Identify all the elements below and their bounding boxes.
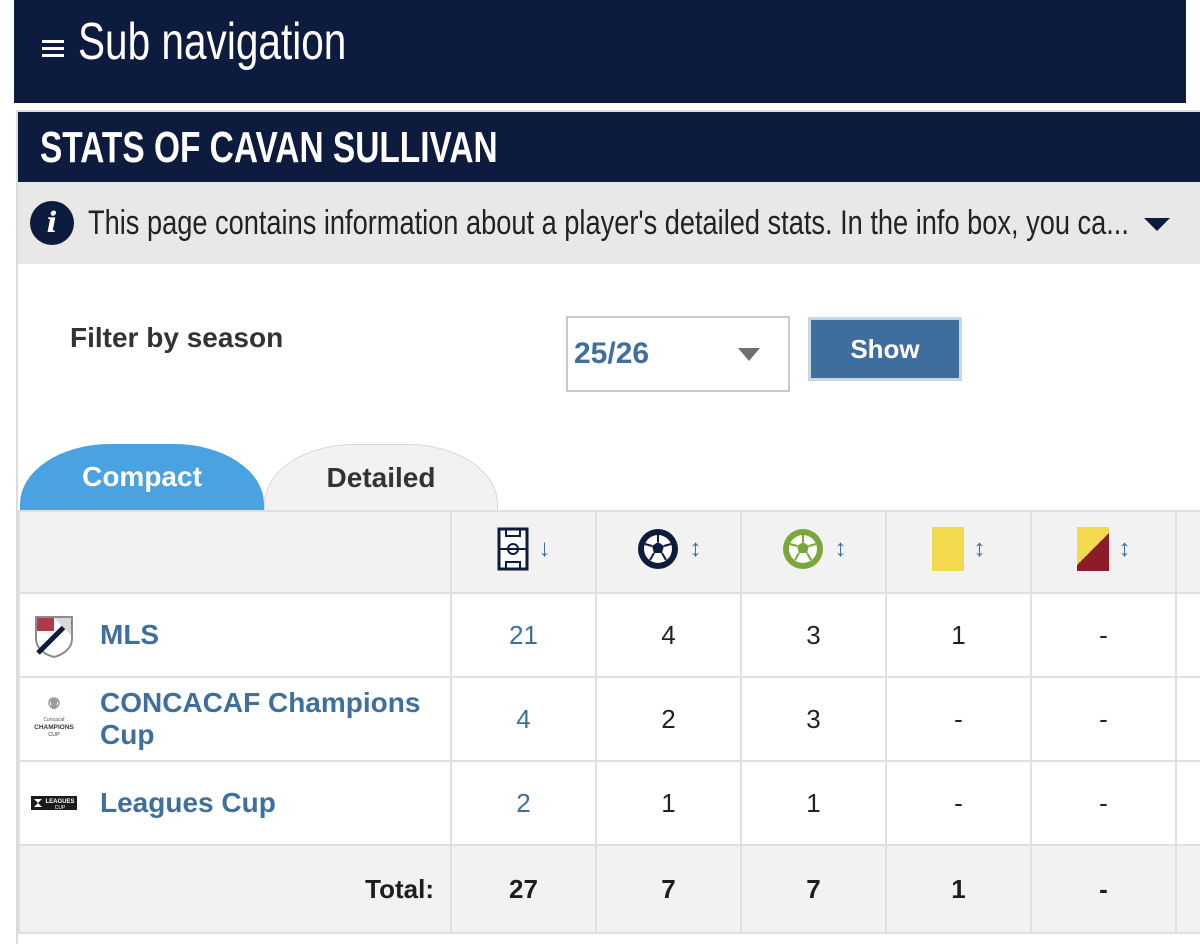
second-yellow-value: -	[1030, 676, 1177, 762]
total-yellow-cards: 1	[885, 844, 1032, 934]
info-icon: i	[30, 201, 74, 245]
goals-value: 1	[595, 760, 742, 846]
header-competition	[18, 510, 452, 594]
show-button[interactable]: Show	[808, 317, 962, 381]
svg-text:CUP: CUP	[55, 805, 66, 811]
total-assists: 7	[740, 844, 887, 934]
yellow-cards-value: -	[885, 676, 1032, 762]
table-row: MLS 21 4 3 1 -	[18, 592, 1200, 678]
info-text: This page contains information about a p…	[88, 204, 1129, 242]
svg-text:CHAMPIONS: CHAMPIONS	[34, 724, 74, 731]
sort-desc-icon[interactable]: ↓	[539, 535, 551, 563]
yellow-cards-value: 1	[885, 592, 1032, 678]
header-second-yellow[interactable]: ↕	[1030, 510, 1177, 594]
overflow-cell	[1175, 760, 1200, 846]
table-header-row: ↓ ↕ ↕ ↕ ↕	[18, 510, 1200, 594]
header-yellow-cards[interactable]: ↕	[885, 510, 1032, 594]
second-yellow-red-card-icon	[1076, 526, 1109, 571]
table-total-row: Total: 27 7 7 1 -	[18, 844, 1200, 934]
sort-toggle-icon[interactable]: ↕	[690, 535, 702, 563]
sub-navigation-title[interactable]: Sub navigation	[78, 10, 346, 74]
appearances-value[interactable]: 21	[450, 592, 597, 678]
competition-cell[interactable]: Concacaf CHAMPIONS CUP CONCACAF Champion…	[18, 676, 452, 762]
mls-logo	[35, 616, 73, 659]
sub-navigation-bar[interactable]: Sub navigation	[14, 0, 1186, 103]
second-yellow-value: -	[1030, 760, 1177, 846]
svg-text:CUP: CUP	[48, 732, 60, 738]
header-assists[interactable]: ↕	[740, 510, 887, 594]
header-appearances[interactable]: ↓	[450, 510, 597, 594]
appearances-value[interactable]: 4	[450, 676, 597, 762]
hamburger-menu-icon[interactable]	[42, 40, 64, 58]
goals-value: 2	[595, 676, 742, 762]
appearances-value[interactable]: 2	[450, 760, 597, 846]
header-goals[interactable]: ↕	[595, 510, 742, 594]
appearances-pitch-icon	[497, 527, 528, 570]
competition-cell[interactable]: MLS	[18, 592, 452, 678]
overflow-cell	[1175, 676, 1200, 762]
goals-ball-icon	[637, 528, 678, 569]
sort-toggle-icon[interactable]: ↕	[835, 535, 847, 563]
sort-toggle-icon[interactable]: ↕	[1119, 535, 1131, 563]
svg-text:Concacaf: Concacaf	[43, 717, 65, 723]
yellow-card-icon	[931, 526, 964, 571]
stats-box: STATS OF CAVAN SULLIVAN i This page cont…	[16, 110, 1200, 944]
season-select-value: 25/26	[574, 337, 650, 370]
info-bar[interactable]: i This page contains information about a…	[18, 182, 1200, 264]
tab-compact[interactable]: Compact	[20, 444, 264, 510]
table-row: Concacaf CHAMPIONS CUP CONCACAF Champion…	[18, 676, 1200, 762]
competition-cell[interactable]: LEAGUES CUP Leagues Cup	[18, 760, 452, 846]
stats-table: ↓ ↕ ↕ ↕ ↕ MLS 21 4 3 1 - Concacaf CHAMPI…	[18, 510, 1200, 934]
yellow-cards-value: -	[885, 760, 1032, 846]
season-select[interactable]: 25/26	[566, 316, 790, 392]
total-overflow	[1175, 844, 1200, 934]
concacaf-champions-cup-logo: Concacaf CHAMPIONS CUP	[34, 697, 75, 738]
assists-ball-icon	[782, 528, 823, 569]
competition-name[interactable]: CONCACAF Champions Cup	[100, 687, 450, 751]
goals-value: 4	[595, 592, 742, 678]
leagues-cup-logo: LEAGUES CUP	[31, 796, 77, 811]
tab-detailed[interactable]: Detailed	[264, 444, 498, 510]
caret-down-icon[interactable]	[1144, 218, 1170, 231]
competition-name[interactable]: Leagues Cup	[100, 787, 450, 819]
competition-name[interactable]: MLS	[100, 619, 450, 651]
header-overflow	[1175, 510, 1200, 594]
second-yellow-value: -	[1030, 592, 1177, 678]
filter-label: Filter by season	[70, 322, 284, 353]
stats-header: STATS OF CAVAN SULLIVAN	[18, 112, 1200, 182]
total-label: Total:	[18, 844, 452, 934]
page-title: STATS OF CAVAN SULLIVAN	[40, 123, 498, 172]
table-row: LEAGUES CUP Leagues Cup 2 1 1 - -	[18, 760, 1200, 846]
total-second-yellow: -	[1030, 844, 1177, 934]
total-appearances: 27	[450, 844, 597, 934]
chevron-down-icon	[738, 348, 760, 361]
assists-value: 3	[740, 676, 887, 762]
total-goals: 7	[595, 844, 742, 934]
assists-value: 3	[740, 592, 887, 678]
sort-toggle-icon[interactable]: ↕	[974, 535, 986, 563]
overflow-cell	[1175, 592, 1200, 678]
assists-value: 1	[740, 760, 887, 846]
